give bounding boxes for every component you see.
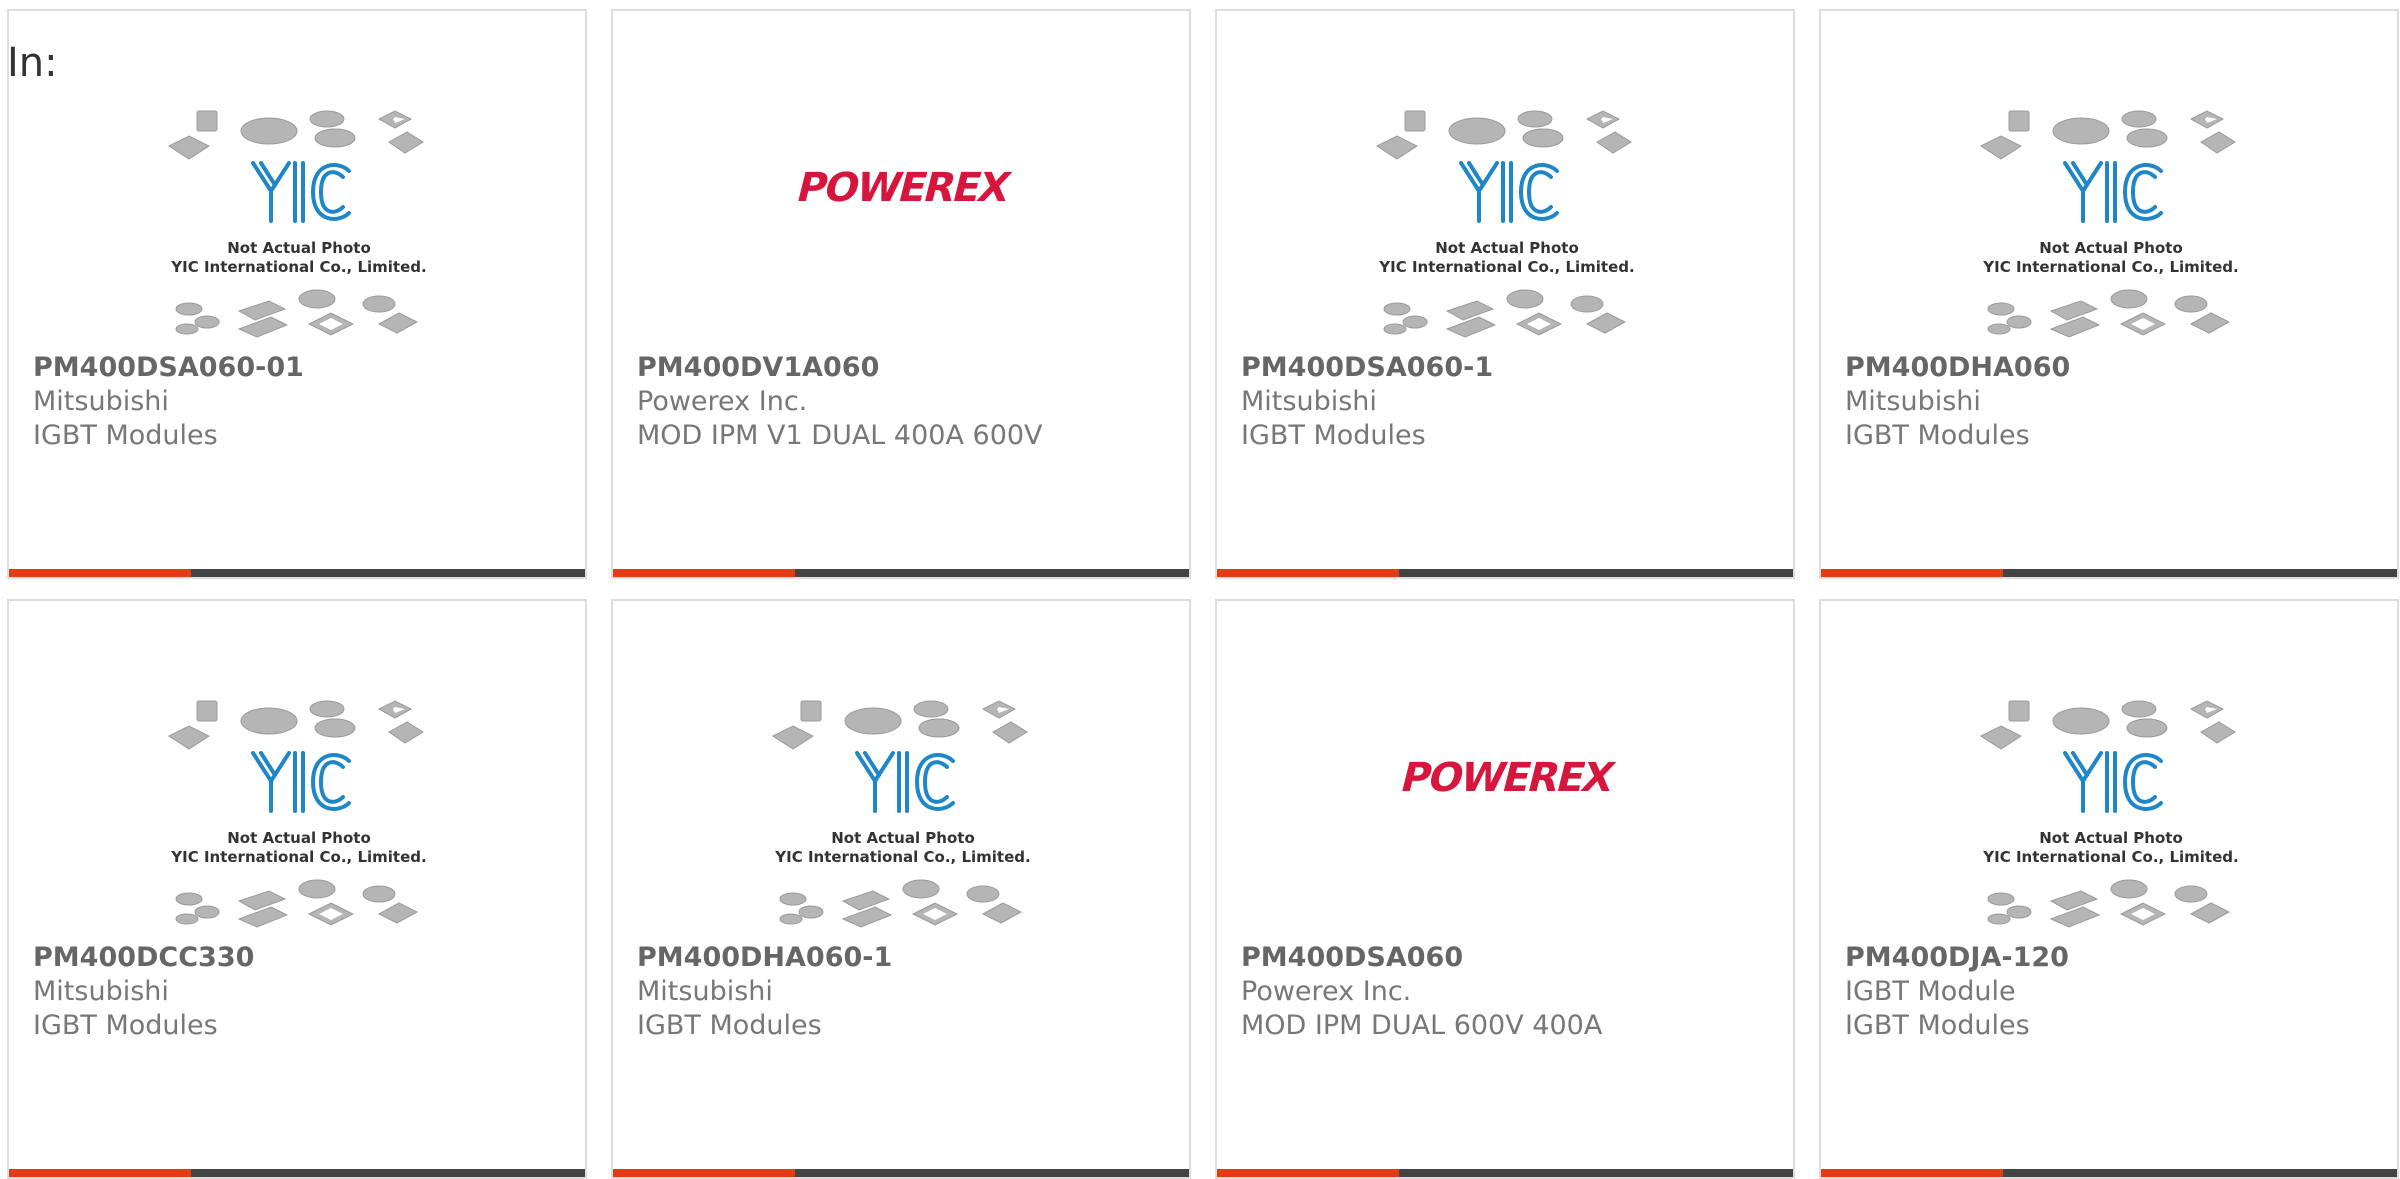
product-image[interactable]: Not Actual Photo YIC International Co., … <box>1821 11 2397 356</box>
product-image[interactable]: POWEREX <box>613 11 1189 356</box>
svg-text:Not Actual Photo: Not Actual Photo <box>227 829 371 847</box>
product-card[interactable]: Not Actual Photo YIC International Co., … <box>1819 599 2399 1179</box>
card-accent-bar <box>613 569 795 577</box>
product-info: PM400DCC330 Mitsubishi IGBT Modules <box>33 941 575 1043</box>
product-part-number-link[interactable]: PM400DHA060 <box>1845 351 2387 385</box>
product-manufacturer: Mitsubishi <box>637 976 773 1007</box>
svg-text:Not Actual Photo: Not Actual Photo <box>1435 239 1579 257</box>
product-image[interactable]: Not Actual Photo YIC International Co., … <box>9 11 585 356</box>
in-label: In: <box>7 40 58 86</box>
product-card[interactable]: Not Actual Photo YIC International Co., … <box>1215 9 1795 579</box>
product-manufacturer: IGBT Module <box>1845 976 2016 1007</box>
svg-text:Not Actual Photo: Not Actual Photo <box>2039 829 2183 847</box>
svg-text:YIC International Co., Limited: YIC International Co., Limited. <box>1982 848 2238 866</box>
product-description: IGBT Modules <box>1241 420 1426 451</box>
card-accent-bar <box>1821 1169 2003 1177</box>
svg-text:Not Actual Photo: Not Actual Photo <box>2039 239 2183 257</box>
product-manufacturer: Mitsubishi <box>33 976 169 1007</box>
svg-text:YIC International Co., Limited: YIC International Co., Limited. <box>1378 258 1634 276</box>
card-accent-bar <box>9 569 191 577</box>
card-bottom-bar <box>1821 1169 2397 1177</box>
product-info: PM400DSA060 Powerex Inc. MOD IPM DUAL 600V… <box>1241 941 1783 1043</box>
card-accent-bar <box>1821 569 2003 577</box>
card-bottom-bar <box>9 1169 585 1177</box>
product-manufacturer: Powerex Inc. <box>1241 976 1412 1007</box>
card-accent-bar <box>1217 569 1399 577</box>
svg-text:YIC International Co., Limited: YIC International Co., Limited. <box>774 848 1030 866</box>
card-bottom-bar <box>9 569 585 577</box>
svg-text:POWEREX: POWEREX <box>792 164 1015 211</box>
product-info: PM400DJA-120 IGBT Module IGBT Modules <box>1845 941 2387 1043</box>
product-part-number-link[interactable]: PM400DSA060-1 <box>1241 351 1783 385</box>
product-manufacturer: Mitsubishi <box>1845 386 1981 417</box>
chip-placeholder-image: Not Actual Photo YIC International Co., … <box>771 700 1031 928</box>
product-image[interactable]: POWEREX <box>1217 601 1793 946</box>
product-description: IGBT Modules <box>1845 1010 2030 1041</box>
product-description: IGBT Modules <box>33 1010 218 1041</box>
chip-placeholder-image: Not Actual Photo YIC International Co., … <box>167 700 427 928</box>
product-part-number-link[interactable]: PM400DSA060 <box>1241 941 1783 975</box>
product-image[interactable]: Not Actual Photo YIC International Co., … <box>9 601 585 946</box>
card-bottom-bar <box>1217 569 1793 577</box>
product-info: PM400DV1A060 Powerex Inc. MOD IPM V1 DUAL … <box>637 351 1179 453</box>
card-accent-bar <box>9 1169 191 1177</box>
product-part-number-link[interactable]: PM400DJA-120 <box>1845 941 2387 975</box>
card-bottom-bar <box>1821 569 2397 577</box>
product-part-number-link[interactable]: PM400DSA060-01 <box>33 351 575 385</box>
product-card[interactable]: POWEREX PM400DSA060 Powerex Inc. MOD IPM D… <box>1215 599 1795 1179</box>
product-description: MOD IPM DUAL 600V 400A <box>1241 1010 1603 1041</box>
product-manufacturer: Mitsubishi <box>1241 386 1377 417</box>
product-part-number-link[interactable]: PM400DCC330 <box>33 941 575 975</box>
product-info: PM400DHA060 Mitsubishi IGBT Modules <box>1845 351 2387 453</box>
product-description: IGBT Modules <box>33 420 218 451</box>
chip-placeholder-image: Not Actual Photo YIC International Co., … <box>167 110 427 338</box>
chip-placeholder-image: Not Actual Photo YIC International Co., … <box>1979 110 2239 338</box>
product-part-number-link[interactable]: PM400DV1A060 <box>637 351 1179 385</box>
product-card[interactable]: Not Actual Photo YIC International Co., … <box>1819 9 2399 579</box>
card-bottom-bar <box>613 1169 1189 1177</box>
card-accent-bar <box>613 1169 795 1177</box>
svg-text:YIC International Co., Limited: YIC International Co., Limited. <box>170 848 426 866</box>
svg-text:Not Actual Photo: Not Actual Photo <box>831 829 975 847</box>
product-info: PM400DSA060-01 Mitsubishi IGBT Modules <box>33 351 575 453</box>
product-card[interactable]: Not Actual Photo YIC International Co., … <box>7 9 587 579</box>
card-bottom-bar <box>1217 1169 1793 1177</box>
product-info: PM400DSA060-1 Mitsubishi IGBT Modules <box>1241 351 1783 453</box>
product-description: IGBT Modules <box>637 1010 822 1041</box>
product-manufacturer: Powerex Inc. <box>637 386 808 417</box>
powerex-logo-image: POWEREX <box>792 164 1015 211</box>
powerex-logo-image: POWEREX <box>1396 754 1619 801</box>
product-info: PM400DHA060-1 Mitsubishi IGBT Modules <box>637 941 1179 1043</box>
svg-text:YIC International Co., Limited: YIC International Co., Limited. <box>1982 258 2238 276</box>
product-part-number-link[interactable]: PM400DHA060-1 <box>637 941 1179 975</box>
product-card[interactable]: Not Actual Photo YIC International Co., … <box>611 599 1191 1179</box>
product-description: IGBT Modules <box>1845 420 2030 451</box>
product-manufacturer: Mitsubishi <box>33 386 169 417</box>
svg-text:YIC International Co., Limited: YIC International Co., Limited. <box>170 258 426 276</box>
product-description: MOD IPM V1 DUAL 400A 600V <box>637 420 1043 451</box>
svg-text:Not Actual Photo: Not Actual Photo <box>227 239 371 257</box>
chip-placeholder-image: Not Actual Photo YIC International Co., … <box>1979 700 2239 928</box>
product-image[interactable]: Not Actual Photo YIC International Co., … <box>1821 601 2397 946</box>
product-card[interactable]: POWEREX PM400DV1A060 Powerex Inc. MOD IPM … <box>611 9 1191 579</box>
product-image[interactable]: Not Actual Photo YIC International Co., … <box>1217 11 1793 356</box>
chip-placeholder-image: Not Actual Photo YIC International Co., … <box>1375 110 1635 338</box>
card-accent-bar <box>1217 1169 1399 1177</box>
product-image[interactable]: Not Actual Photo YIC International Co., … <box>613 601 1189 946</box>
card-bottom-bar <box>613 569 1189 577</box>
product-card[interactable]: Not Actual Photo YIC International Co., … <box>7 599 587 1179</box>
svg-text:POWEREX: POWEREX <box>1396 754 1619 801</box>
